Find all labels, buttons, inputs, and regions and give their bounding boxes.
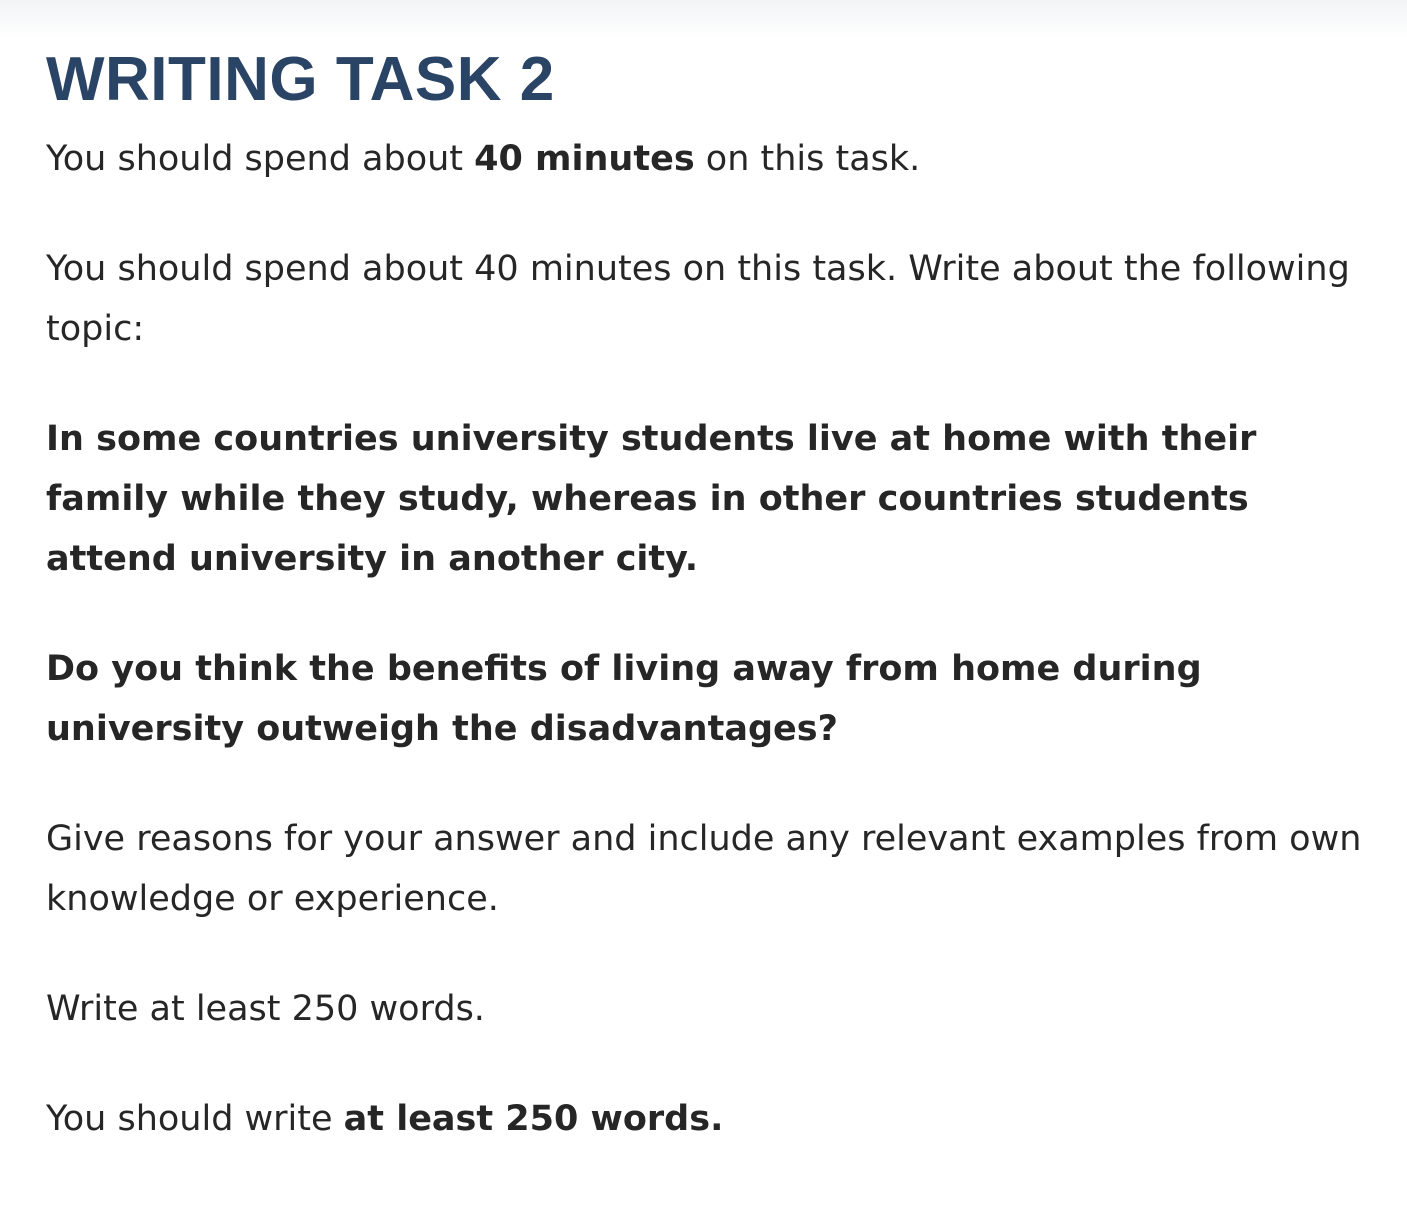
task-content: WRITING TASK 2 You should spend about 40… <box>46 40 1376 1149</box>
topic-statement: In some countries university students li… <box>46 419 1257 579</box>
time-intro: You should spend about 40 minutes on thi… <box>46 129 1376 189</box>
final-bold: at least 250 words. <box>343 1099 724 1139</box>
page-title: WRITING TASK 2 <box>46 45 555 114</box>
instruction-text: You should spend about 40 minutes on thi… <box>46 249 1350 349</box>
time-intro-before: You should spend about <box>46 139 475 179</box>
final-instruction: You should write at least 250 words. <box>46 1089 1376 1149</box>
final-before: You should write <box>46 1099 344 1139</box>
top-shade <box>0 0 1407 40</box>
topic-question: Do you think the benefits of living away… <box>46 649 1202 749</box>
time-intro-after: on this task. <box>694 139 921 179</box>
reasons-text: Give reasons for your answer and include… <box>46 819 1362 919</box>
word-limit-text: Write at least 250 words. <box>46 989 485 1029</box>
time-intro-bold: 40 minutes <box>474 139 695 179</box>
